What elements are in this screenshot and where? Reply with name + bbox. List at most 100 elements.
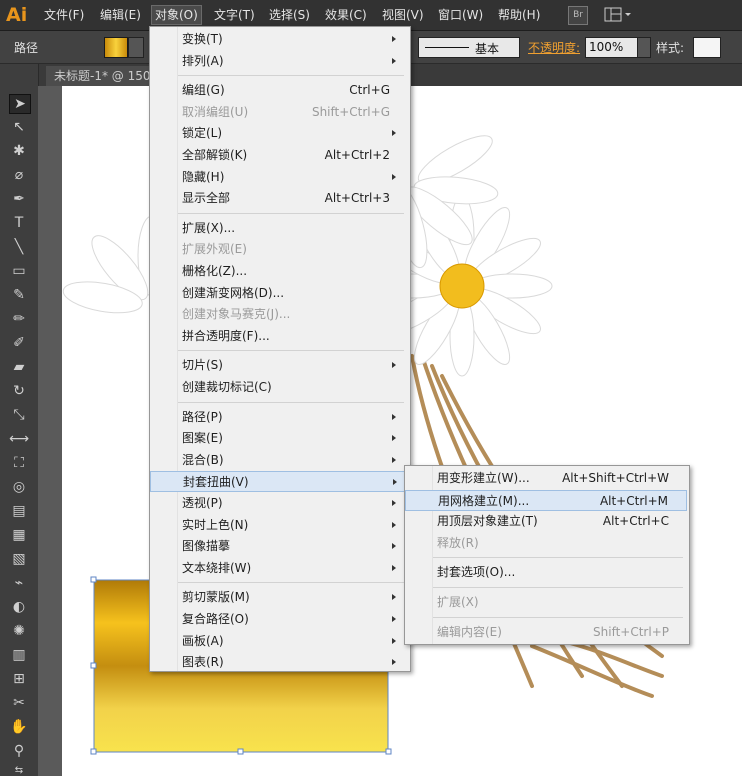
object-menu-item[interactable]: 拼合透明度(F)... <box>150 326 408 347</box>
pen-tool-icon[interactable]: ✒ <box>9 190 29 208</box>
shape-builder-tool-icon[interactable]: ◎ <box>9 478 29 496</box>
envelope-menu-item[interactable]: 用顶层对象建立(T) Alt+Ctrl+C <box>405 511 687 532</box>
object-menu-item[interactable]: 文本绕排(W) <box>150 558 408 579</box>
selection-type-label: 路径 <box>14 41 39 55</box>
envelope-distort-submenu: 用变形建立(W)... Alt+Shift+Ctrl+W 用网格建立(M)... Al… <box>404 465 690 645</box>
menu-select[interactable]: 选择(S) <box>269 6 310 24</box>
line-tool-icon[interactable]: ╲ <box>9 238 29 256</box>
envelope-menu-item[interactable]: 封套选项(O)... <box>405 562 687 583</box>
object-menu-item[interactable]: 路径(P) <box>150 407 408 428</box>
type-tool-icon[interactable]: T <box>9 214 29 232</box>
graph-tool-icon[interactable]: ▥ <box>9 646 29 664</box>
object-menu-item[interactable]: 栅格化(Z)... <box>150 261 408 282</box>
menu-view[interactable]: 视图(V) <box>382 6 424 24</box>
menu-item-label: 文本绕排(W) <box>182 560 252 575</box>
free-transform-tool-icon[interactable]: ⛶ <box>9 454 29 472</box>
menu-item-label: 切片(S) <box>182 358 223 373</box>
menu-object[interactable]: 对象(O) <box>151 5 202 25</box>
rectangle-tool-icon[interactable]: ▭ <box>9 262 29 280</box>
menu-window[interactable]: 窗口(W) <box>438 6 483 24</box>
submenu-arrow-icon <box>392 413 396 420</box>
submenu-arrow-icon <box>392 659 396 666</box>
envelope-menu-item: 编辑内容(E) Shift+Ctrl+P <box>405 622 687 643</box>
selection-tool-icon[interactable]: ➤ <box>9 94 31 114</box>
opacity-input[interactable]: 100% <box>585 37 640 58</box>
symbol-sprayer-tool-icon[interactable]: ✺ <box>9 622 29 640</box>
object-menu-item[interactable]: 创建裁切标记(C) <box>150 377 408 398</box>
menu-item-label: 取消编组(U) <box>182 104 249 119</box>
perspective-grid-tool-icon[interactable]: ▤ <box>9 502 29 520</box>
menu-separator <box>178 582 404 584</box>
blob-brush-tool-icon[interactable]: ✐ <box>9 334 29 352</box>
object-menu-item[interactable]: 画板(A) <box>150 631 408 652</box>
artboard-tool-icon[interactable]: ⊞ <box>9 670 29 688</box>
submenu-arrow-icon <box>392 543 396 550</box>
blend-tool-icon[interactable]: ◐ <box>9 598 29 616</box>
direct-selection-tool-icon[interactable]: ↖ <box>9 118 29 136</box>
object-menu-item[interactable]: 切片(S) <box>150 355 408 376</box>
menu-item-label: 隐藏(H) <box>182 169 225 184</box>
menu-item-label: 剪切蒙版(M) <box>182 590 250 605</box>
object-menu-item[interactable]: 封套扭曲(V) <box>150 471 408 493</box>
object-menu-item[interactable]: 复合路径(O) <box>150 609 408 630</box>
zoom-tool-icon[interactable]: ⚲ <box>9 742 29 760</box>
menu-item-label: 创建渐变网格(D)... <box>182 285 285 300</box>
lasso-tool-icon[interactable]: ⌀ <box>9 166 29 184</box>
menu-type[interactable]: 文字(T) <box>214 6 255 24</box>
paintbrush-tool-icon[interactable]: ✎ <box>9 286 29 304</box>
stroke-style-dropdown[interactable]: 基本 <box>418 37 520 58</box>
menu-item-label: 图像描摹 <box>182 539 231 554</box>
object-menu-item[interactable]: 创建渐变网格(D)... <box>150 283 408 304</box>
magic-wand-tool-icon[interactable]: ✱ <box>9 142 29 160</box>
object-menu-item[interactable]: 图案(E) <box>150 428 408 449</box>
opacity-label[interactable]: 不透明度: <box>528 39 580 56</box>
object-menu-item[interactable]: 扩展(X)... <box>150 218 408 239</box>
width-tool-icon[interactable]: ⟷ <box>9 430 29 448</box>
gradient-tool-icon[interactable]: ▧ <box>9 550 29 568</box>
object-menu-item[interactable]: 图像描摹 <box>150 536 408 557</box>
object-menu-item[interactable]: 实时上色(N) <box>150 515 408 536</box>
menu-item-label: 编辑内容(E) <box>437 624 502 639</box>
menu-item-label: 混合(B) <box>182 452 224 467</box>
object-menu-item[interactable]: 变换(T) <box>150 29 408 50</box>
scale-tool-icon[interactable]: ⤡ <box>9 406 29 424</box>
bridge-button[interactable]: Br <box>568 6 588 25</box>
eyedropper-tool-icon[interactable]: ⌁ <box>9 574 29 592</box>
rotate-tool-icon[interactable]: ↻ <box>9 382 29 400</box>
object-menu-item[interactable]: 剪切蒙版(M) <box>150 587 408 608</box>
menu-item-label: 创建裁切标记(C) <box>182 380 272 394</box>
object-menu-item[interactable]: 全部解锁(K) Alt+Ctrl+2 <box>150 145 408 166</box>
object-menu-item[interactable]: 锁定(L) <box>150 123 408 144</box>
pencil-tool-icon[interactable]: ✏ <box>9 310 29 328</box>
menu-edit[interactable]: 编辑(E) <box>100 6 141 24</box>
swap-fill-stroke-icon[interactable]: ⇆ <box>9 762 29 780</box>
object-menu-item[interactable]: 编组(G) Ctrl+G <box>150 80 408 101</box>
object-menu-item[interactable]: 混合(B) <box>150 450 408 471</box>
menu-item-label: 图表(R) <box>182 655 224 670</box>
object-menu-item[interactable]: 显示全部 Alt+Ctrl+3 <box>150 188 408 209</box>
tools-panel: ➤ ↖ ✱ ⌀ ✒ T ╲ ▭ ✎ ✏ ✐ ▰ ↻ ⤡ ⟷ ⛶ ◎ ▤ ▦ ▧ … <box>0 64 39 776</box>
fill-swatch[interactable] <box>104 37 128 58</box>
object-menu-item[interactable]: 排列(A) <box>150 51 408 72</box>
workspace-switcher-icon[interactable] <box>604 7 632 22</box>
menu-item-shortcut: Alt+Ctrl+M <box>599 493 668 508</box>
menu-separator <box>178 212 404 214</box>
opacity-dropdown[interactable] <box>637 37 651 58</box>
envelope-menu-item[interactable]: 用网格建立(M)... Alt+Ctrl+M <box>405 489 687 511</box>
hand-tool-icon[interactable]: ✋ <box>9 718 29 736</box>
slice-tool-icon[interactable]: ✂ <box>9 694 29 712</box>
menu-effect[interactable]: 效果(C) <box>325 6 367 24</box>
menu-help[interactable]: 帮助(H) <box>498 6 540 24</box>
object-menu-item[interactable]: 透视(P) <box>150 493 408 514</box>
style-swatch[interactable] <box>693 37 721 58</box>
envelope-menu-item[interactable]: 用变形建立(W)... Alt+Shift+Ctrl+W <box>405 468 687 489</box>
fill-dropdown[interactable] <box>128 37 144 58</box>
object-menu-item[interactable]: 隐藏(H) <box>150 167 408 188</box>
menu-file[interactable]: 文件(F) <box>44 6 84 24</box>
submenu-arrow-icon <box>392 173 396 180</box>
object-menu-item[interactable]: 图表(R) <box>150 652 408 673</box>
eraser-tool-icon[interactable]: ▰ <box>9 358 29 376</box>
mesh-tool-icon[interactable]: ▦ <box>9 526 29 544</box>
menu-item-label: 显示全部 <box>182 191 231 206</box>
menu-item-label: 锁定(L) <box>182 126 223 141</box>
